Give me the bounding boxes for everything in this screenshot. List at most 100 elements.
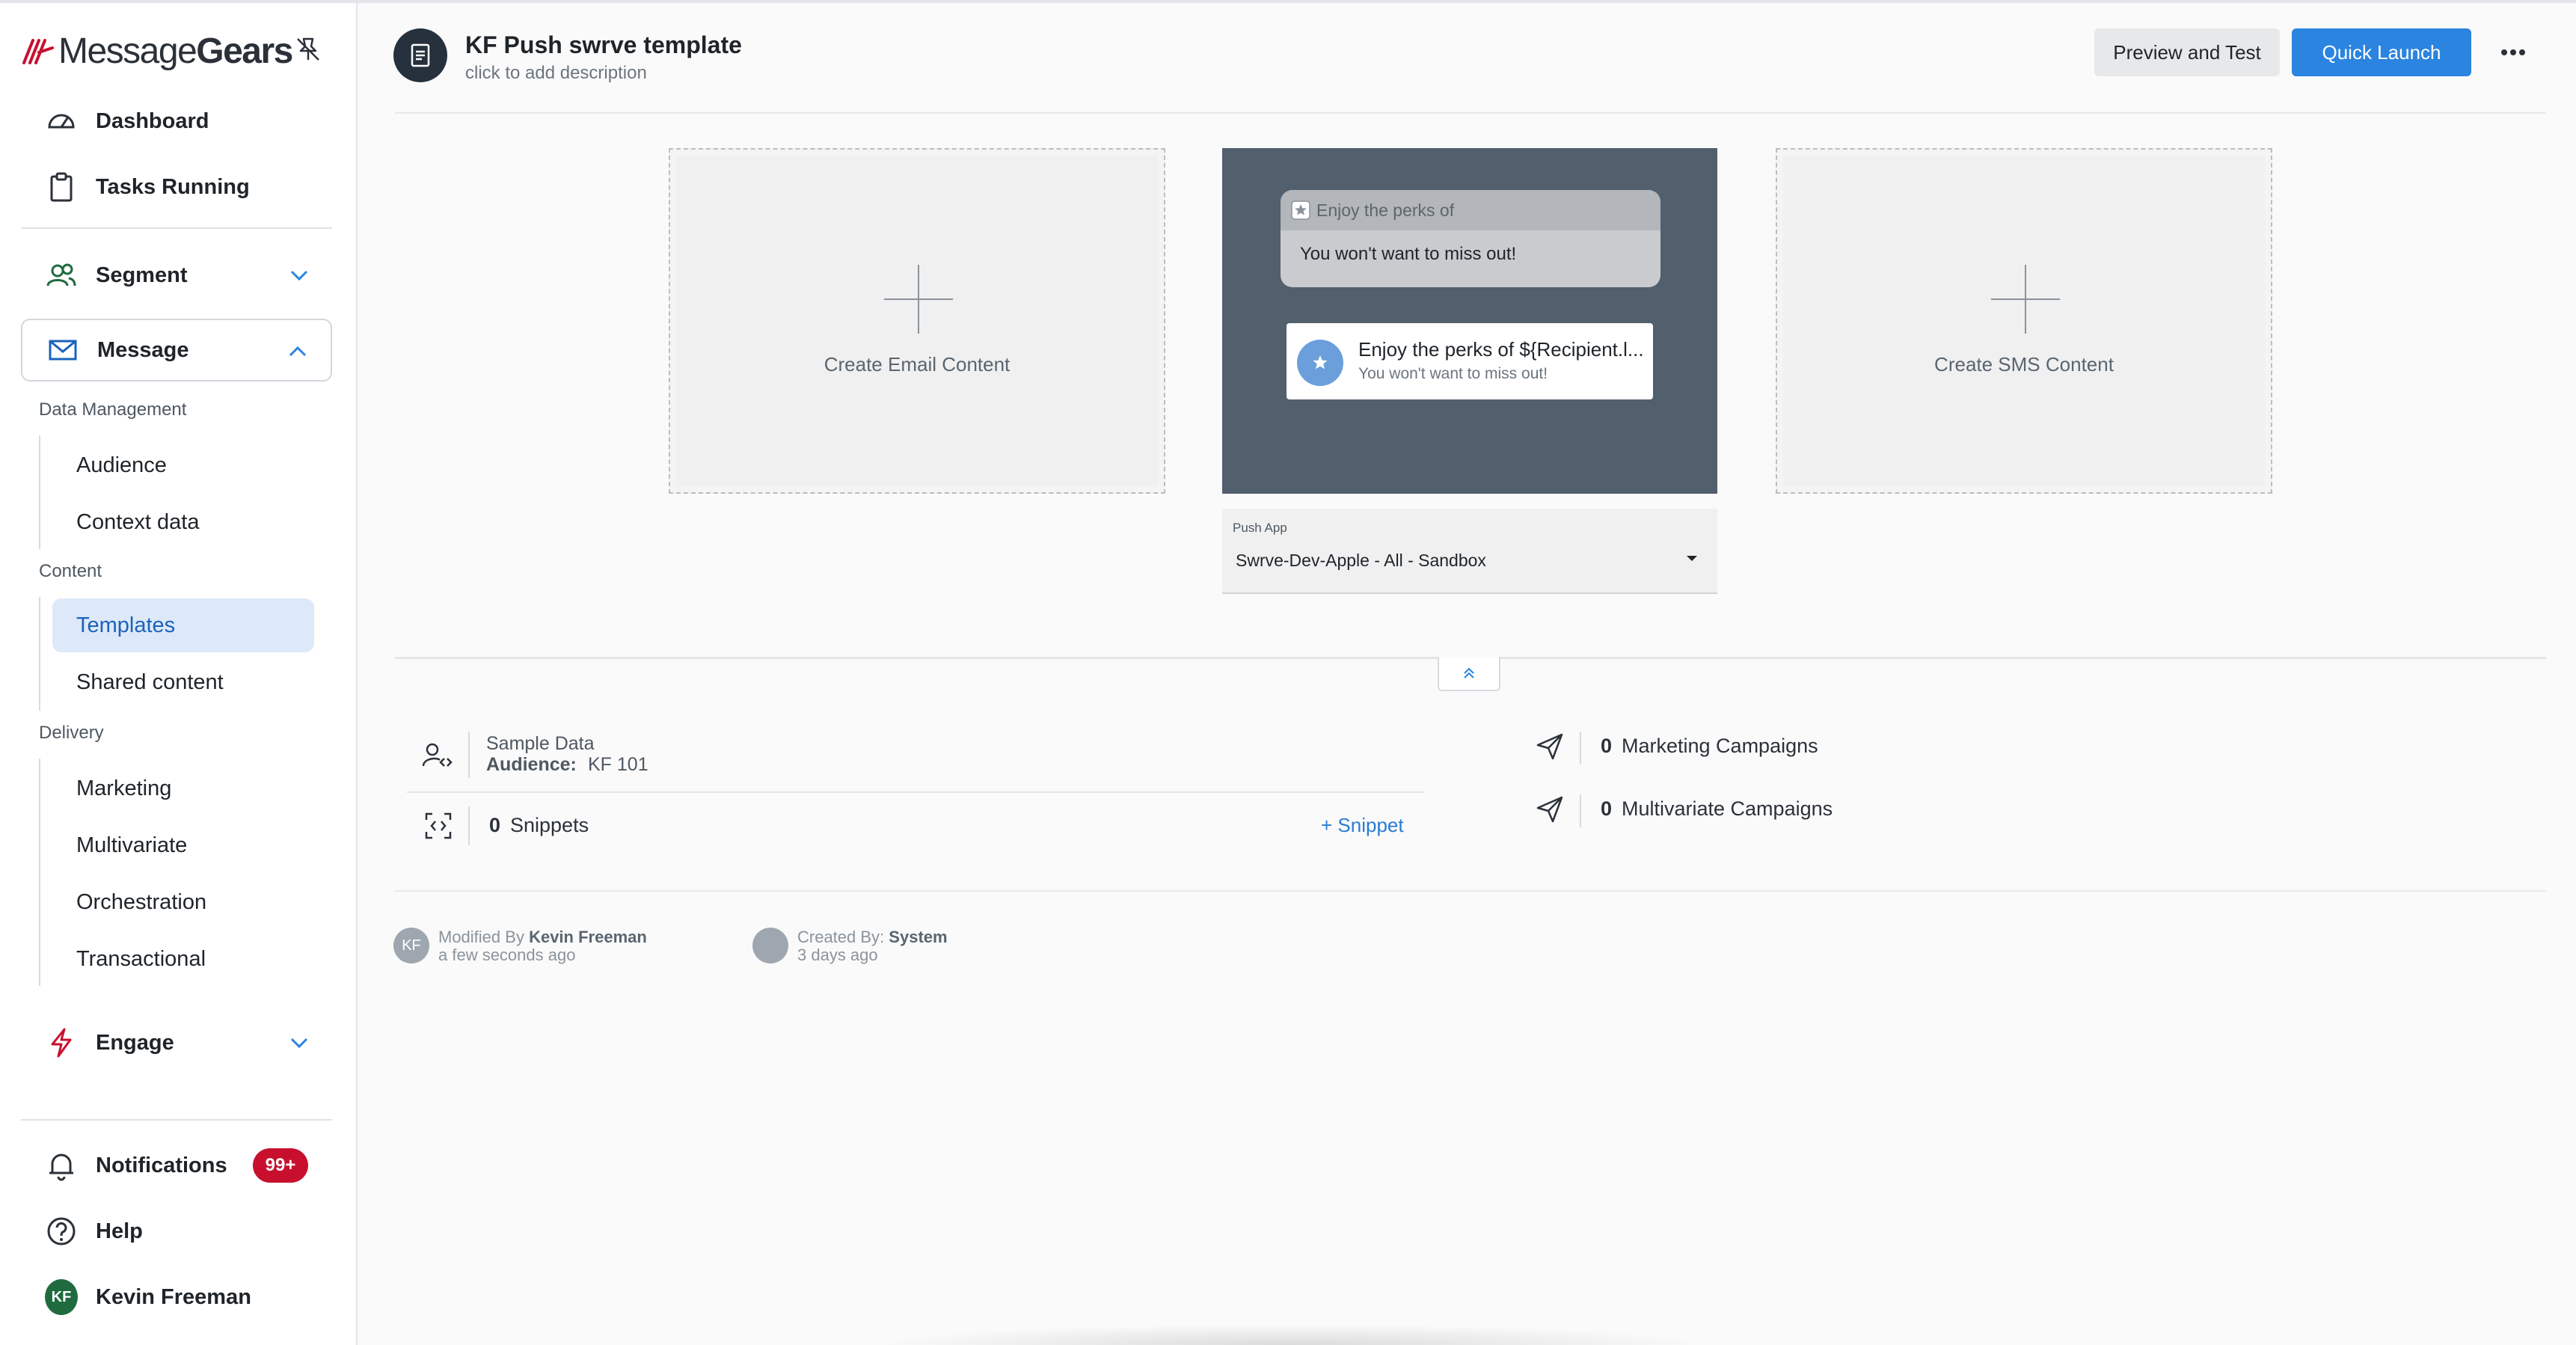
chevron-up-icon[interactable] (286, 340, 310, 364)
sidebar-item-context-data[interactable]: Context data (52, 495, 314, 549)
section-content: Content (39, 561, 102, 581)
nav-dashboard[interactable]: Dashboard (21, 90, 332, 153)
nav-message[interactable]: Message (21, 319, 332, 382)
push-preview-card[interactable]: Enjoy the perks of You won't want to mis… (1222, 148, 1717, 494)
double-chevron-up-icon (1464, 667, 1474, 678)
plus-icon (884, 265, 953, 334)
sidebar-item-multivariate[interactable]: Multivariate (52, 818, 314, 872)
marketing-campaigns-label[interactable]: Marketing Campaigns (1622, 735, 1818, 758)
create-email-card[interactable]: Create Email Content (669, 148, 1165, 494)
push-notification-banner: Enjoy the perks of ${Recipient.l... You … (1287, 323, 1653, 399)
quick-launch-button[interactable]: Quick Launch (2292, 28, 2471, 76)
sidebar: MessageGears Dashboard Tasks Running Seg… (0, 3, 358, 1345)
audience-label: Audience: (486, 754, 577, 775)
sidebar-item-audience[interactable]: Audience (52, 438, 314, 492)
send-icon (1536, 796, 1563, 823)
banner-body: You won't want to miss out! (1358, 365, 1548, 382)
nav-segment-label: Segment (96, 263, 188, 287)
lightning-icon (45, 1026, 78, 1059)
sidebar-divider (21, 1119, 332, 1121)
add-snippet-link[interactable]: + Snippet (1321, 814, 1404, 837)
logo-mark-icon (22, 39, 54, 64)
snippets-label: Snippets (510, 814, 589, 836)
push-app-select[interactable]: Push App Swrve-Dev-Apple - All - Sandbox (1222, 509, 1717, 594)
messagegears-logo[interactable]: MessageGears (19, 28, 293, 73)
snippet-icon (425, 812, 452, 839)
header-divider (395, 112, 2546, 114)
modified-when: a few seconds ago (438, 946, 576, 964)
collapse-toggle[interactable] (1438, 657, 1500, 691)
user-initials: KF (45, 1279, 78, 1315)
sidebar-item-transactional[interactable]: Transactional (52, 932, 314, 986)
nav-message-label: Message (97, 337, 189, 362)
envelope-icon (46, 334, 79, 367)
gauge-icon (45, 105, 78, 138)
logo-text: MessageGears (58, 31, 293, 71)
avatar: KF (393, 928, 429, 963)
nav-tasks-running[interactable]: Tasks Running (21, 156, 332, 218)
create-sms-label: Create SMS Content (1934, 353, 2114, 376)
section-delivery: Delivery (39, 723, 104, 743)
modified-by: Modified By Kevin Freeman (438, 928, 647, 946)
vertical-separator (468, 806, 470, 845)
meta-divider (395, 890, 2546, 892)
sub-rail (39, 597, 40, 711)
nav-segment[interactable]: Segment (21, 244, 332, 307)
multivariate-campaigns-label[interactable]: Multivariate Campaigns (1622, 797, 1833, 821)
user-name: Kevin Freeman (96, 1284, 251, 1309)
more-options-icon[interactable] (2495, 37, 2531, 67)
sample-data-label: Sample Data (486, 733, 595, 754)
sidebar-item-marketing[interactable]: Marketing (52, 762, 314, 815)
push-app-value: Swrve-Dev-Apple - All - Sandbox (1236, 551, 1486, 570)
bottom-shadow (868, 1324, 1713, 1345)
marketing-count: 0 (1601, 735, 1613, 757)
created-by: Created By: System (797, 928, 948, 946)
snippets-count: 0 (489, 814, 501, 836)
notification-title: Enjoy the perks of (1316, 200, 1455, 220)
created-when: 3 days ago (797, 946, 878, 964)
preview-and-test-button[interactable]: Preview and Test (2094, 28, 2280, 76)
send-icon (1536, 733, 1563, 760)
create-sms-card[interactable]: Create SMS Content (1776, 148, 2272, 494)
details-divider (407, 791, 1424, 793)
users-icon (45, 259, 78, 292)
nav-notifications-label: Notifications (96, 1153, 227, 1177)
vertical-separator (1580, 732, 1581, 765)
chevron-down-icon[interactable] (287, 263, 311, 287)
nav-user-profile[interactable]: KF Kevin Freeman (21, 1266, 332, 1329)
sidebar-item-orchestration[interactable]: Orchestration (52, 875, 314, 929)
sidebar-item-templates[interactable]: Templates (52, 598, 314, 652)
star-icon (1297, 340, 1343, 386)
user-code-icon (422, 743, 453, 767)
avatar (752, 928, 788, 963)
create-email-label: Create Email Content (824, 353, 1011, 376)
page-title[interactable]: KF Push swrve template (465, 31, 742, 59)
banner-title: Enjoy the perks of ${Recipient.l... (1358, 338, 1644, 361)
clipboard-icon (45, 171, 78, 203)
top-border (0, 0, 2576, 3)
nav-engage[interactable]: Engage (21, 1011, 332, 1074)
plus-icon (1991, 265, 2060, 334)
notification-header: Enjoy the perks of (1281, 190, 1660, 230)
notifications-badge: 99+ (253, 1148, 308, 1183)
push-app-label: Push App (1233, 521, 1287, 535)
vertical-separator (468, 732, 470, 778)
chevron-down-icon[interactable] (287, 1031, 311, 1055)
caret-down-icon (1687, 556, 1697, 561)
section-data-management: Data Management (39, 399, 187, 420)
sub-rail (39, 759, 40, 986)
bell-icon (45, 1149, 78, 1182)
help-icon (45, 1215, 78, 1248)
multivariate-count: 0 (1601, 797, 1613, 820)
page-description[interactable]: click to add description (465, 63, 647, 84)
push-notification-expanded: Enjoy the perks of You won't want to mis… (1281, 190, 1660, 287)
vertical-separator (1580, 794, 1581, 827)
sidebar-item-shared-content[interactable]: Shared content (52, 655, 314, 709)
audience-value[interactable]: KF 101 (588, 754, 648, 776)
nav-help[interactable]: Help (21, 1200, 332, 1263)
notification-body: You won't want to miss out! (1300, 244, 1517, 264)
avatar: KF (45, 1279, 78, 1315)
unpin-icon[interactable] (293, 34, 323, 64)
nav-help-label: Help (96, 1219, 143, 1243)
template-doc-icon (393, 28, 447, 82)
